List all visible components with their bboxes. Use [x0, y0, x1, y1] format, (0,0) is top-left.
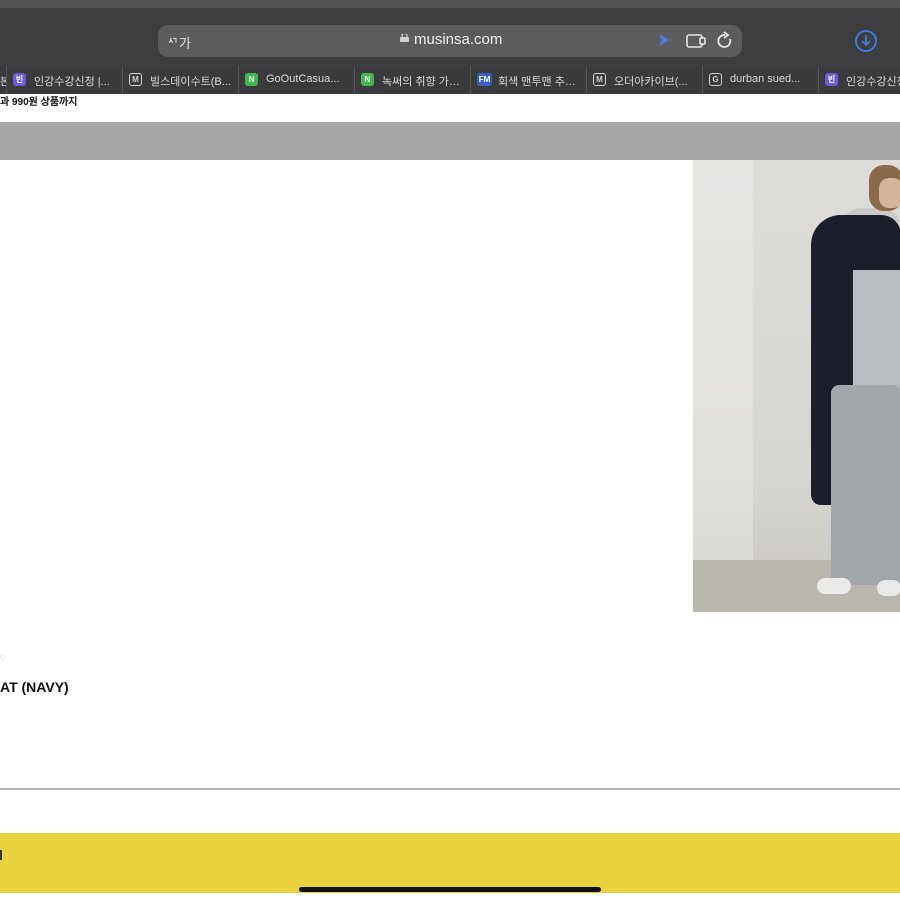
url-text[interactable]: musinsa.com	[414, 31, 502, 48]
bookmark-item[interactable]: FM 회색 맨투맨 추…	[470, 66, 587, 94]
wall-shade	[693, 160, 753, 560]
yellow-banner[interactable]	[0, 833, 900, 893]
purple-badge-icon: 빈	[13, 73, 26, 86]
shoe-right	[877, 580, 900, 596]
share-arrow-icon[interactable]	[658, 33, 670, 47]
banner-mark	[0, 850, 2, 860]
category-bar	[0, 122, 900, 160]
m-icon: M	[593, 73, 606, 86]
naver-icon: N	[245, 73, 258, 86]
bookmarks-bar: 본 빈 인강수강신청 |... M 빌스데이수트(B... N GoOutCas…	[0, 66, 900, 94]
gray-hoodie	[853, 270, 900, 390]
promo-text: 과 990원 상품까지	[0, 97, 78, 108]
text-size-button[interactable]: ᄭ가	[167, 33, 191, 52]
product-title[interactable]: AT (NAVY)	[0, 679, 69, 695]
bookmark-item[interactable]: 빈 인강수강신청 |...	[6, 66, 123, 94]
reload-icon[interactable]	[716, 31, 734, 51]
naver-icon: N	[361, 73, 374, 86]
bookmark-item[interactable]: N 녹써의 취향 가…	[354, 66, 471, 94]
divider	[0, 788, 900, 790]
browser-toolbar: ᄭ가 musinsa.com	[0, 0, 900, 66]
download-icon[interactable]	[854, 29, 878, 53]
extension-icon[interactable]	[685, 32, 707, 50]
info-icon[interactable]: ◌	[0, 652, 6, 663]
lock-icon	[400, 34, 409, 42]
home-indicator[interactable]	[299, 887, 601, 892]
m-icon: M	[129, 73, 142, 86]
shoe-left	[817, 578, 851, 594]
model-face	[879, 178, 900, 208]
bookmark-item[interactable]: N GoOutCasua...	[238, 66, 355, 94]
purple-badge-icon: 빈	[825, 73, 838, 86]
bookmark-item[interactable]: 빈 인강수강신청	[818, 66, 900, 94]
bookmark-item[interactable]: M 오더아카이브(...	[586, 66, 703, 94]
gray-pants	[831, 385, 900, 585]
bookmark-item[interactable]: M 빌스데이수트(B...	[122, 66, 239, 94]
status-strip	[0, 0, 900, 8]
product-image[interactable]	[693, 160, 900, 612]
g-icon: G	[709, 73, 722, 86]
bookmark-item[interactable]: G durban sued...	[702, 66, 819, 94]
address-bar[interactable]: ᄭ가 musinsa.com	[158, 25, 742, 57]
fm-icon: FM	[477, 73, 492, 86]
